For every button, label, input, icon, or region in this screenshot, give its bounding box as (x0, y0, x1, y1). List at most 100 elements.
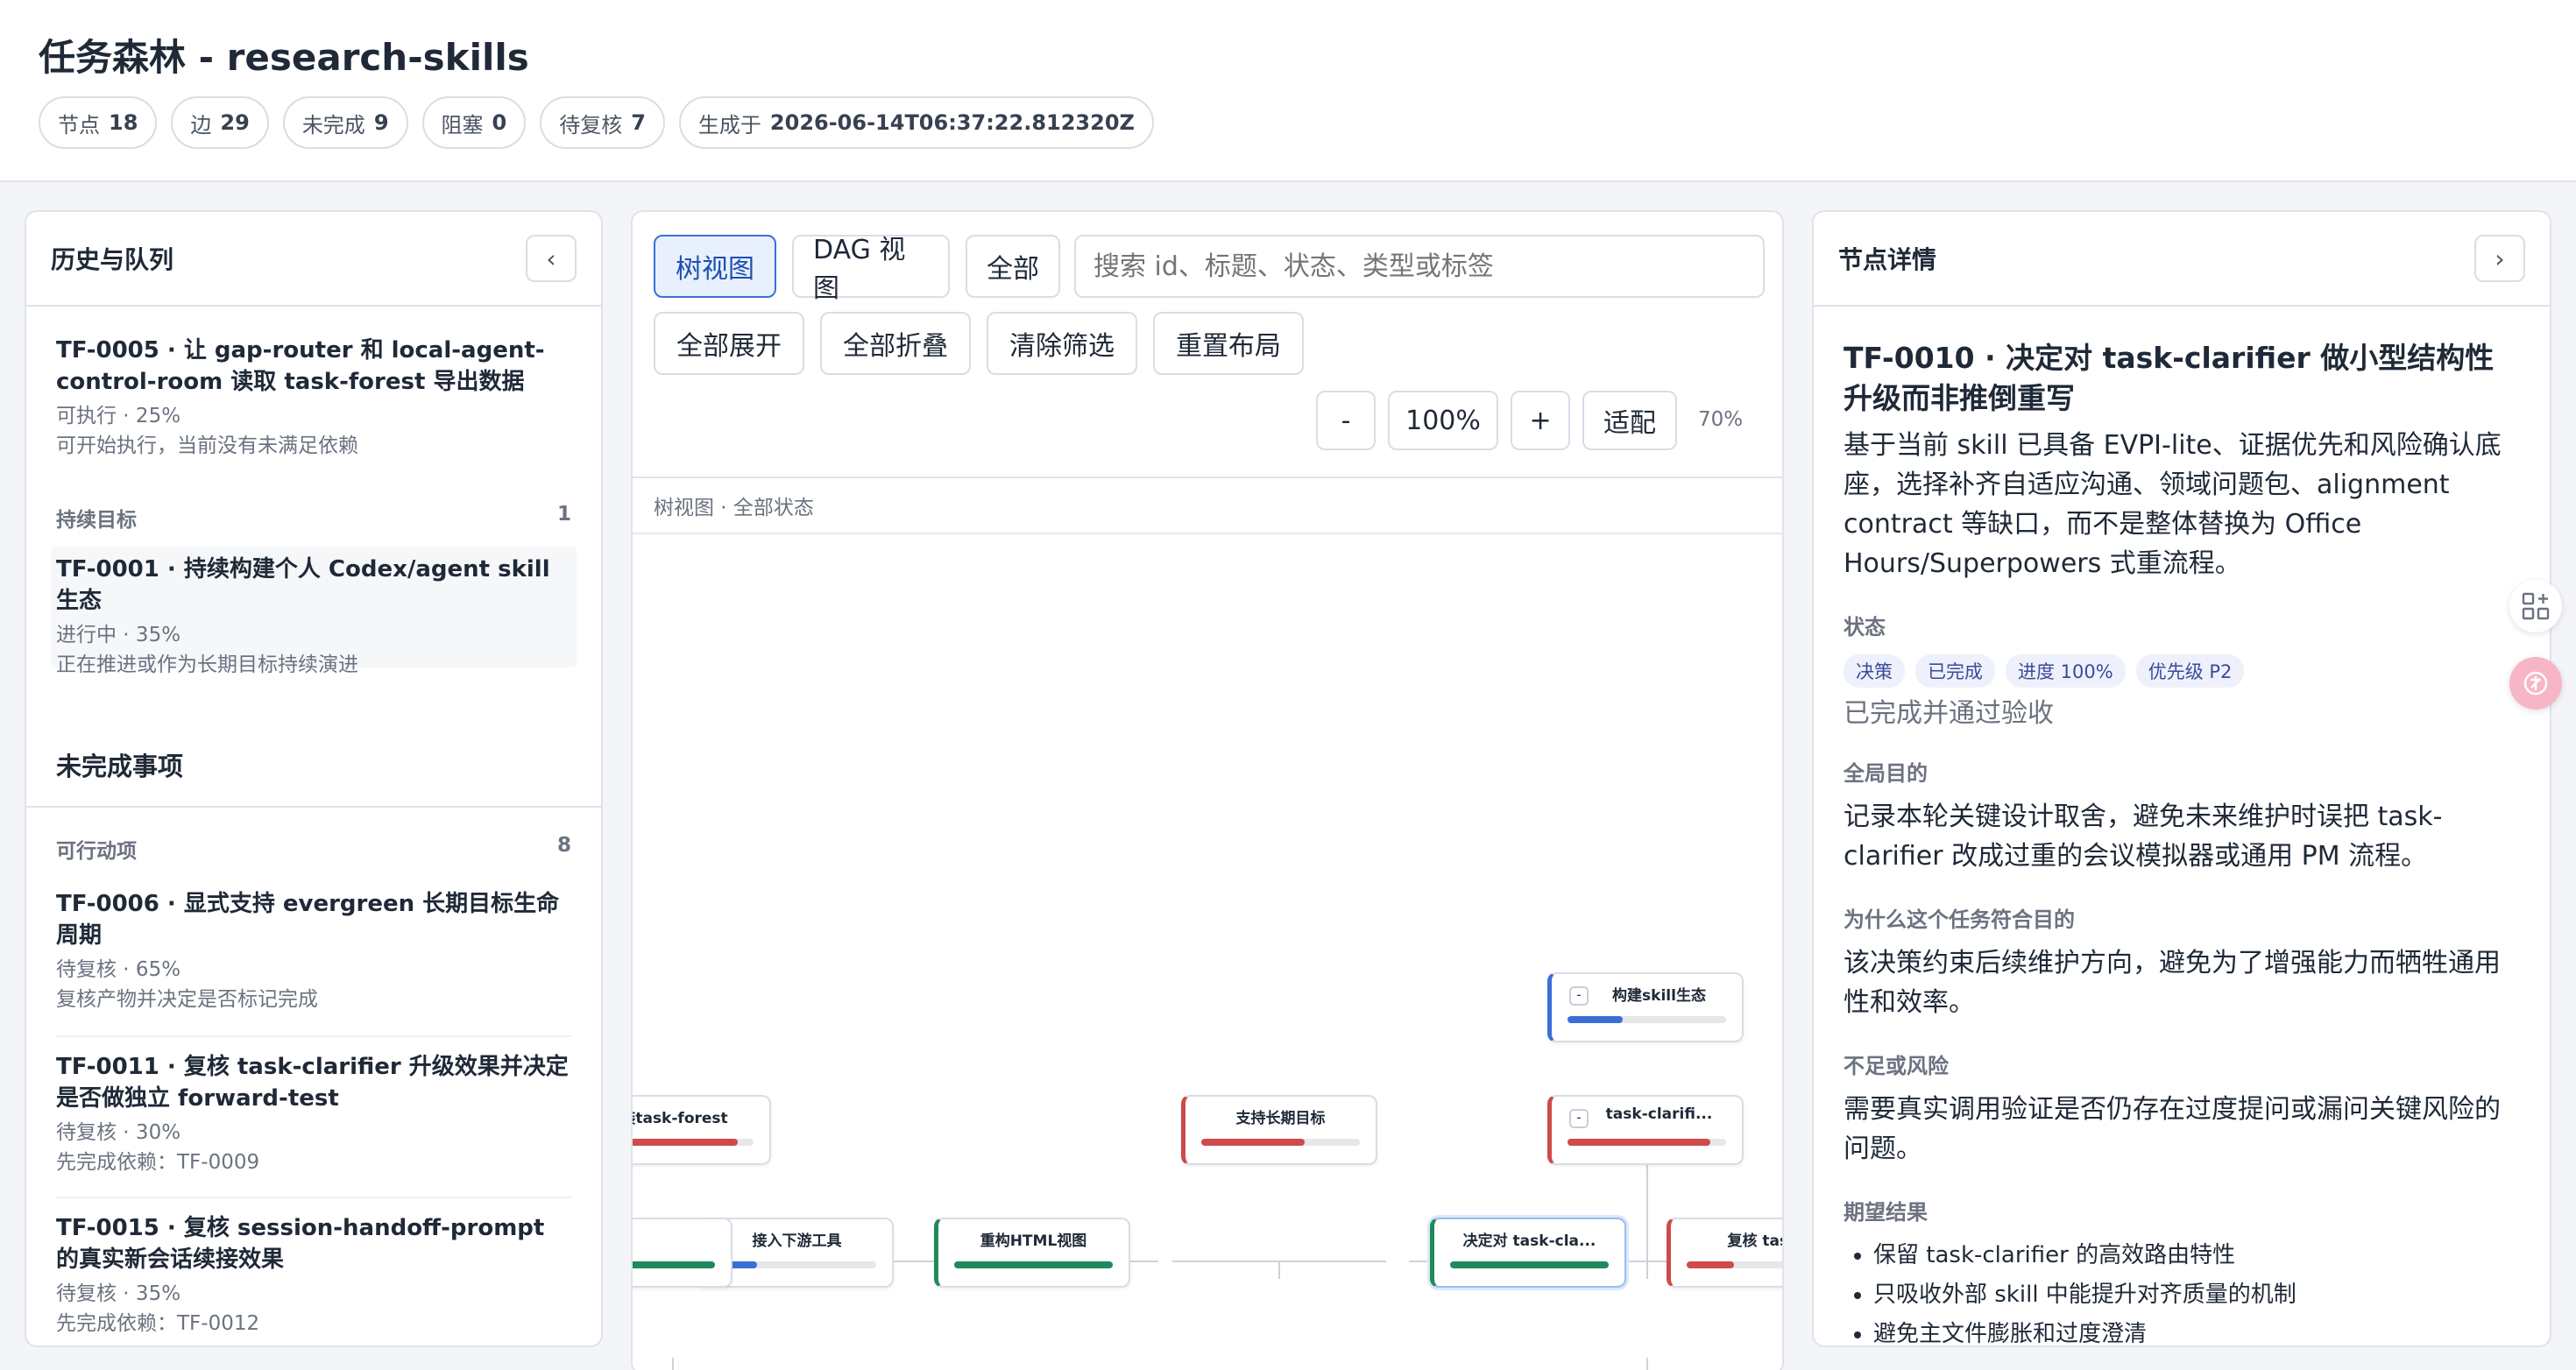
tree-node-evergreen[interactable]: 支持长期目标 (1181, 1095, 1377, 1165)
node-label: 支持长期目标 (1235, 1110, 1326, 1127)
list-item[interactable]: TF-0015 · 复核 session-handoff-prompt 的真实新… (26, 1212, 601, 1338)
tag-priority: 优先级 P2 (2135, 654, 2245, 688)
detail-panel-header: 节点详情 › (1814, 212, 2550, 307)
node-progress-fill (1201, 1139, 1305, 1146)
node-progress-track (633, 1261, 715, 1268)
collapse-right-button[interactable]: › (2474, 235, 2525, 282)
zoom-out-button[interactable]: - (1316, 391, 1376, 450)
node-progress-track (954, 1261, 1113, 1268)
divider (56, 1035, 571, 1037)
goal-label: 全局目的 (1844, 761, 1928, 786)
status-text: 已完成并通过验收 (1844, 698, 2054, 729)
stat-edges: 边 29 (171, 96, 269, 149)
tree-canvas[interactable]: -构建skill生态装task-forest 支持长期目标 -task-clarif… (633, 534, 1782, 1370)
tree-node-forest[interactable]: 装task-forest (633, 1095, 771, 1165)
zoom-in-button[interactable]: + (1511, 391, 1570, 450)
node-progress-fill (633, 1261, 715, 1268)
dag-view-button[interactable]: DAG 视图 (792, 235, 950, 304)
status-label: 状态 (1844, 615, 1886, 639)
divider (26, 806, 601, 808)
stats-bar: 节点 18 边 29 未完成 9 阻塞 0 待复核 7 生成于 2026-06-14T06:… (39, 96, 1154, 149)
node-progress-track (1568, 1139, 1726, 1146)
node-progress-fill (633, 1139, 738, 1146)
status-tags: 决策 已完成 进度 100% 优先级 P2 (1844, 654, 2520, 688)
reset-layout-button[interactable]: 重置布局 (1153, 312, 1304, 375)
node-label: 装task-forest (633, 1110, 728, 1127)
expect-list: 保留 task-clarifier 的高效路由特性 只吸收外部 skill 中能… (1844, 1236, 2520, 1345)
clear-filter-button[interactable]: 清除筛选 (987, 312, 1137, 375)
zoom-level: 100% (1388, 391, 1498, 450)
tree-edge (1646, 1358, 1648, 1370)
node-label: 构建skill生态 (1612, 987, 1706, 1005)
detail-panel-title: 节点详情 (1838, 245, 1937, 274)
expand-all-button[interactable]: 全部展开 (654, 312, 804, 375)
node-label: task-clarifi... (1605, 1105, 1713, 1123)
node-label: 重构HTML视图 (980, 1232, 1087, 1250)
risk-text: 需要真实调用验证是否仍存在过度提问或漏问关键风险的问题。 (1844, 1094, 2501, 1164)
list-item: 只吸收外部 skill 中能提升对齐质量的机制 (1873, 1275, 2520, 1315)
list-item[interactable]: TF-0006 · 显式支持 evergreen 长期目标生命周期 待复核 · … (26, 888, 601, 1014)
divider (56, 1197, 571, 1198)
stat-generated: 生成于 2026-06-14T06:37:22.812320Z (678, 96, 1154, 149)
tag-status: 已完成 (1915, 654, 1995, 688)
node-progress-fill (1687, 1261, 1735, 1268)
risk-label: 不足或风险 (1844, 1054, 1949, 1078)
node-title: TF-0010 · 决定对 task-clarifier 做小型结构性升级而非推… (1844, 341, 2495, 415)
node-progress-fill (1450, 1261, 1609, 1268)
why-label: 为什么这个任务符合目的 (1844, 907, 2075, 932)
translate-glyph-icon (2523, 671, 2548, 696)
why-text: 该决策约束后续维护方向，避免为了增强能力而牺牲通用性和效率。 (1844, 948, 2501, 1018)
expect-label: 期望结果 (1844, 1200, 1928, 1225)
node-progress-fill (1568, 1139, 1710, 1146)
goal-text: 记录本轮关键设计取舍，避免未来维护时误把 task-clarifier 改成过重… (1844, 802, 2443, 872)
stat-incomplete: 未完成 9 (282, 96, 408, 149)
node-progress-track (718, 1261, 876, 1268)
list-item: 保留 task-clarifier 的高效路由特性 (1873, 1236, 2520, 1275)
node-progress-track (1201, 1139, 1360, 1146)
node-progress-track (1687, 1261, 1782, 1268)
tree-node-review[interactable]: 复核 task- (1667, 1218, 1782, 1288)
view-caption-bar: 树视图 · 全部状态 (633, 477, 1782, 534)
detail-body: TF-0010 · 决定对 task-clarifier 做小型结构性升级而非推… (1814, 307, 2550, 1345)
action-section-header: 可行动项 8 (56, 834, 571, 863)
history-panel-header: 历史与队列 ‹ (26, 212, 601, 307)
tree-node-partial[interactable] (633, 1218, 732, 1288)
stat-nodes: 节点 18 (39, 96, 158, 149)
tag-type: 决策 (1844, 654, 1905, 688)
page-title: 任务森林 - research-skills (39, 36, 529, 79)
node-progress-fill (1568, 1016, 1624, 1023)
zoom-hint: 70% (1698, 408, 1744, 431)
goal-section-header: 持续目标 1 (56, 503, 571, 532)
node-progress-track (1450, 1261, 1609, 1268)
node-progress-fill (954, 1261, 1113, 1268)
tree-node-decide[interactable]: 决定对 task-cla... (1430, 1218, 1626, 1288)
node-detail-panel: 节点详情 › TF-0010 · 决定对 task-clarifier 做小型结… (1812, 210, 2551, 1347)
stat-review: 待复核 7 (540, 96, 665, 149)
list-item[interactable]: TF-0011 · 复核 task-clarifier 升级效果并决定是否做独立… (26, 1051, 601, 1177)
list-item: 避免主文件膨胀和过度澄清 (1873, 1315, 2520, 1345)
view-caption: 树视图 · 全部状态 (654, 497, 814, 519)
tree-node-html[interactable]: 重构HTML视图 (934, 1218, 1130, 1288)
widget-icon[interactable] (2509, 580, 2562, 632)
list-item[interactable]: TF-0005 · 让 gap-router 和 local-agent-con… (26, 335, 601, 461)
stat-blocked: 阻塞 0 (421, 96, 527, 149)
grid-plus-icon (2522, 592, 2550, 620)
all-filter-button[interactable]: 全部 (966, 235, 1060, 298)
tree-view-button[interactable]: 树视图 (654, 235, 776, 298)
history-queue-panel: 历史与队列 ‹ TF-0005 · 让 gap-router 和 local-a… (25, 210, 603, 1347)
page-header: 任务森林 - research-skills 节点 18 边 29 未完成 9 阻塞 0… (0, 0, 2576, 182)
fit-button[interactable]: 适配 (1582, 391, 1677, 450)
tree-node-root[interactable]: - 构建skill生态 (1547, 972, 1744, 1042)
graph-panel: 树视图 DAG 视图 全部 全部展开 全部折叠 清除筛选 重置布局 - 100%… (631, 210, 1784, 1370)
collapse-all-button[interactable]: 全部折叠 (820, 312, 971, 375)
node-progress-track (1568, 1016, 1726, 1023)
translate-icon[interactable] (2509, 657, 2562, 710)
node-label: 决定对 task-cla... (1462, 1232, 1596, 1250)
collapse-left-button[interactable]: ‹ (526, 235, 577, 282)
search-input[interactable] (1074, 235, 1765, 298)
tree-node-clarifier[interactable]: - task-clarifi... (1547, 1095, 1744, 1165)
tag-progress: 进度 100% (2006, 654, 2126, 688)
goal-item[interactable]: TF-0001 · 持续构建个人 Codex/agent skill 生态 进行… (51, 547, 577, 676)
tree-edge (672, 1358, 674, 1370)
node-description: 基于当前 skill 已具备 EVPI-lite、证据优先和风险确认底座，选择补… (1844, 430, 2502, 579)
